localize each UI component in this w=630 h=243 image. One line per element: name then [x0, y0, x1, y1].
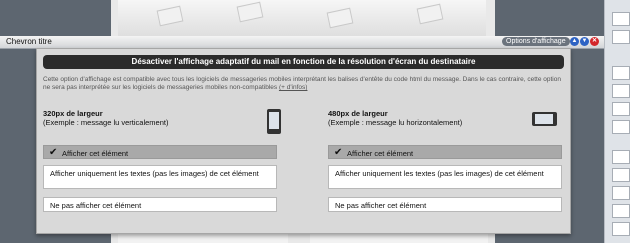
- dialog-title: Désactiver l'affichage adaptatif du mail…: [43, 55, 564, 69]
- example-label: (Exemple : message lu verticalement): [43, 118, 169, 127]
- side-panel-tile[interactable]: [612, 222, 630, 236]
- side-panel-tile[interactable]: [612, 150, 630, 164]
- example-label: (Exemple : message lu horizontalement): [328, 118, 463, 127]
- checkmark-icon: ✔: [49, 147, 58, 158]
- envelope-graphic: [416, 3, 444, 25]
- dialog-description: Cette option d'affichage est compatible …: [43, 76, 563, 92]
- option-text-only[interactable]: Afficher uniquement les textes (pas les …: [43, 165, 277, 189]
- column-480px: 480px de largeur (Exemple : message lu h…: [328, 109, 564, 127]
- width-label: 320px de largeur: [43, 109, 103, 118]
- option-show-element[interactable]: ✔ Afficher cet élément: [43, 145, 277, 159]
- option-label: Ne pas afficher cet élément: [50, 201, 142, 210]
- display-options-button[interactable]: Options d'affichage: [502, 37, 570, 46]
- side-panel-tile[interactable]: [612, 66, 630, 80]
- option-label: Ne pas afficher cet élément: [335, 201, 427, 210]
- column-320px: 320px de largeur (Exemple : message lu v…: [43, 109, 281, 134]
- side-panel-tile[interactable]: [612, 186, 630, 200]
- envelope-graphic: [236, 1, 264, 23]
- option-label: Afficher uniquement les textes (pas les …: [50, 169, 259, 178]
- width-label: 480px de largeur: [328, 109, 388, 118]
- phone-portrait-icon: [267, 109, 281, 134]
- option-show-element[interactable]: ✔ Afficher cet élément: [328, 145, 562, 159]
- display-options-dialog: Désactiver l'affichage adaptatif du mail…: [36, 48, 571, 234]
- email-header-image: [118, 0, 486, 40]
- side-panel-tile[interactable]: [612, 120, 630, 134]
- phone-landscape-icon: [532, 112, 557, 126]
- side-panel-tile[interactable]: [612, 84, 630, 98]
- option-hide-element[interactable]: Ne pas afficher cet élément: [43, 197, 277, 212]
- move-up-icon[interactable]: ▲: [570, 37, 579, 46]
- envelope-graphic: [326, 7, 354, 29]
- option-label: Afficher cet élément: [62, 149, 129, 158]
- side-panel-tile[interactable]: [612, 102, 630, 116]
- move-down-icon[interactable]: ▼: [580, 37, 589, 46]
- side-panel-tile[interactable]: [612, 12, 630, 26]
- side-panel-tile[interactable]: [612, 168, 630, 182]
- close-icon[interactable]: ✕: [590, 37, 599, 46]
- option-hide-element[interactable]: Ne pas afficher cet élément: [328, 197, 562, 212]
- option-label: Afficher uniquement les textes (pas les …: [335, 169, 544, 178]
- checkmark-icon: ✔: [334, 147, 343, 158]
- block-title: Chevron titre: [6, 37, 52, 46]
- side-panel-tile[interactable]: [612, 204, 630, 218]
- envelope-graphic: [156, 5, 184, 27]
- side-panel-tile[interactable]: [612, 30, 630, 44]
- more-info-link[interactable]: (+ d'infos): [279, 84, 308, 91]
- option-label: Afficher cet élément: [347, 149, 414, 158]
- option-text-only[interactable]: Afficher uniquement les textes (pas les …: [328, 165, 562, 189]
